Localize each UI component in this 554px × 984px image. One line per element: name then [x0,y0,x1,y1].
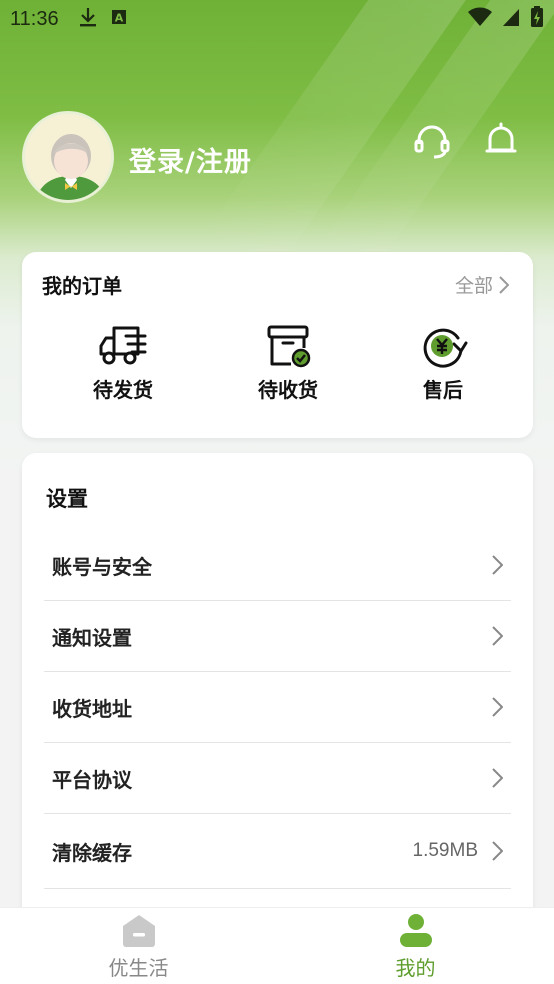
order-status-label: 待发货 [93,378,153,402]
yuan-refresh-icon [423,328,468,368]
wifi-icon [468,7,492,32]
truck-icon [99,326,147,365]
status-bar: 11:36 A [0,0,554,38]
orders-title: 我的订单 [42,274,122,298]
settings-row-label: 清除缓存 [52,840,132,865]
orders-all-link[interactable]: 全部 [455,271,509,298]
svg-text:A: A [114,12,123,25]
tab-home[interactable]: 优生活 [0,908,277,984]
cache-size-value: 1.59MB [412,840,478,861]
avatar[interactable] [22,111,114,203]
orders-all-label: 全部 [454,275,493,297]
settings-card: 设置 账号与安全 通知设置 收货地址 平台协议 清除缓存 1.59MB [22,453,533,984]
status-time: 11:36 [10,7,59,30]
settings-row-platform-agreement[interactable]: 平台协议 [44,743,511,814]
chevron-right-icon [492,555,503,575]
home-icon [122,915,155,947]
signal-icon [502,7,520,32]
tab-label: 优生活 [108,956,169,980]
settings-row-label: 收货地址 [52,696,132,721]
order-status-pending-shipment[interactable]: 待发货 [68,324,178,403]
settings-row-label: 通知设置 [52,625,132,650]
headset-icon[interactable] [413,122,451,160]
settings-title: 设置 [46,487,88,511]
tab-mine[interactable]: 我的 [277,908,554,984]
settings-row-label: 平台协议 [52,767,132,792]
person-icon [399,914,432,947]
download-icon [79,7,97,32]
login-register-link[interactable]: 登录/注册 [129,140,252,179]
sim-a-icon: A [111,8,127,30]
chevron-right-icon [492,626,503,646]
box-check-icon [267,325,311,368]
battery-icon [530,5,544,33]
chevron-right-icon [492,768,503,788]
order-status-pending-receipt[interactable]: 待收货 [233,324,343,403]
settings-row-label: 账号与安全 [52,554,152,579]
settings-row-notifications[interactable]: 通知设置 [44,601,511,672]
settings-row-clear-cache[interactable]: 清除缓存 1.59MB [44,814,511,889]
settings-row-shipping-address[interactable]: 收货地址 [44,672,511,743]
my-orders-card: 我的订单 全部 待发货 待收货 售后 [22,252,533,438]
settings-row-account-security[interactable]: 账号与安全 [44,530,511,601]
tab-label: 我的 [395,956,436,980]
chevron-right-icon [499,275,509,294]
order-status-label: 待收货 [258,378,318,402]
bell-icon[interactable] [482,122,520,160]
order-status-label: 售后 [423,378,463,402]
order-status-after-sales[interactable]: 售后 [388,324,498,403]
chevron-right-icon [492,841,503,861]
bottom-tab-bar: 优生活 我的 [0,907,554,984]
chevron-right-icon [492,697,503,717]
